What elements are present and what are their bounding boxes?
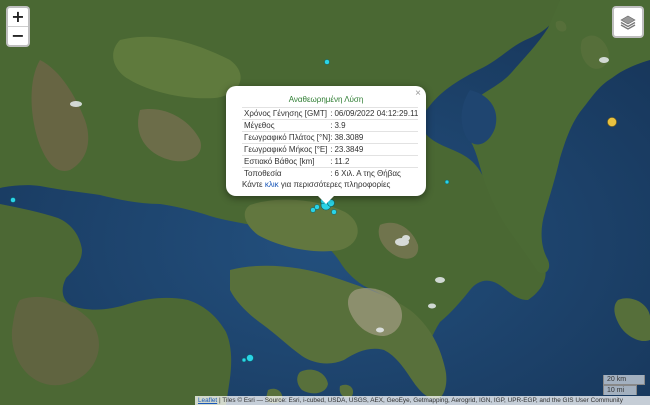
detail-row: Μέγεθος : 3.9	[242, 119, 419, 132]
layers-icon	[620, 15, 636, 30]
detail-value: 11.2	[332, 155, 419, 168]
more-info-link[interactable]: κλικ	[265, 180, 279, 189]
earthquake-marker[interactable]	[241, 357, 247, 363]
detail-row: Εστιακό Βάθος [km] : 11.2	[242, 155, 419, 168]
detail-label: Εστιακό Βάθος [km]	[242, 155, 331, 168]
leaflet-link[interactable]: Leaflet	[198, 397, 217, 404]
zoom-in-button[interactable]: +	[8, 8, 28, 26]
zoom-out-button[interactable]: −	[8, 26, 28, 45]
detail-label: Μέγεθος	[242, 119, 331, 132]
earthquake-details-table: Χρόνος Γένησης [GMT] : 06/09/2022 04:12:…	[242, 107, 419, 179]
scale-mi: 10 mi	[603, 385, 637, 395]
earthquake-marker[interactable]	[314, 204, 320, 210]
attribution-text: | Tiles © Esri — Source: Esri, i-cubed, …	[217, 397, 623, 404]
popup-title: Αναθεωρημένη Λύση	[288, 95, 364, 104]
popup-tip	[318, 196, 334, 204]
footer-prefix: Κάντε	[242, 180, 263, 189]
scale-km: 20 km	[603, 375, 645, 385]
detail-value: 06/09/2022 04:12:29.11	[332, 107, 419, 120]
earthquake-marker[interactable]	[246, 354, 254, 362]
detail-row: Γεωγραφικό Μήκος [°E] : 23.3849	[242, 143, 419, 156]
zoom-control: + −	[6, 6, 30, 47]
attribution: Leaflet | Tiles © Esri — Source: Esri, i…	[195, 396, 650, 405]
detail-row: Χρόνος Γένησης [GMT] : 06/09/2022 04:12:…	[242, 107, 419, 120]
earthquake-marker[interactable]	[444, 179, 450, 185]
earthquake-marker[interactable]	[331, 209, 337, 215]
footer-suffix: για περισσότερες πληροφορίες	[280, 180, 391, 189]
layers-control-button[interactable]	[612, 6, 644, 38]
detail-row: Γεωγραφικό Πλάτος [°N] : 38.3089	[242, 131, 419, 144]
popup-close-button[interactable]: ×	[415, 88, 421, 99]
earthquake-marker[interactable]	[607, 117, 617, 127]
scale-bar: 20 km 10 mi	[603, 375, 645, 395]
earthquake-marker[interactable]	[10, 197, 16, 203]
detail-label: Τοποθεσία	[242, 167, 331, 179]
earthquake-popup: × Αναθεωρημένη Λύση Χρόνος Γένησης [GMT]…	[226, 86, 426, 196]
detail-row: Τοποθεσία : 6 Χιλ. Α της Θήβας	[242, 167, 419, 179]
popup-footer: Κάντε κλικ για περισσότερες πληροφορίες	[242, 180, 426, 189]
detail-label: Γεωγραφικό Πλάτος [°N]	[242, 131, 331, 144]
earthquake-marker[interactable]	[324, 59, 330, 65]
detail-label: Χρόνος Γένησης [GMT]	[242, 107, 331, 120]
detail-label: Γεωγραφικό Μήκος [°E]	[242, 143, 331, 156]
detail-value: 38.3089	[332, 131, 419, 144]
detail-value: 3.9	[332, 119, 419, 132]
detail-value: 23.3849	[332, 143, 419, 156]
detail-value: 6 Χιλ. Α της Θήβας	[332, 167, 419, 179]
